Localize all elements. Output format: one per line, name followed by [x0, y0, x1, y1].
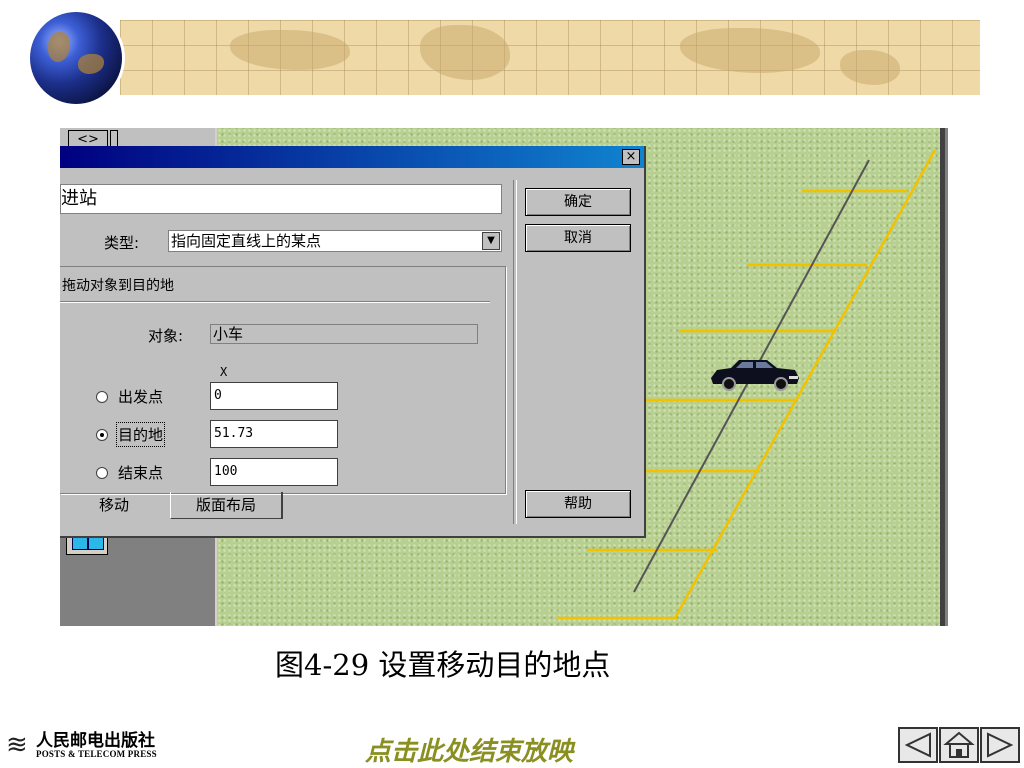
next-icon[interactable]: [980, 727, 1020, 763]
x-column-header: X: [220, 365, 228, 379]
publisher-mark-icon: ≋: [6, 730, 28, 760]
object-field: 小车: [210, 324, 478, 344]
dialog-titlebar[interactable]: ×: [60, 146, 644, 168]
close-icon[interactable]: ×: [622, 149, 640, 165]
end-point-label[interactable]: 结束点: [118, 462, 163, 483]
map-landmass: [680, 28, 820, 73]
object-label: 对象:: [148, 327, 184, 345]
start-point-radio[interactable]: [96, 391, 108, 403]
name-input[interactable]: 进站: [60, 184, 502, 214]
left-panel: [60, 523, 212, 626]
application-screenshot: <> × 进站 类型: 指向固定直线上的某点 ▼ 确定 取消 帮助 拖动对象到目…: [60, 128, 948, 626]
tab-move[interactable]: 移动: [60, 492, 168, 518]
start-point-x-field[interactable]: 0: [210, 382, 338, 410]
prev-icon[interactable]: [898, 727, 938, 763]
figure-caption: 图4-29 设置移动目的地点: [275, 648, 611, 682]
group-title: 拖动对象到目的地: [62, 278, 174, 294]
end-point-radio[interactable]: [96, 467, 108, 479]
map-landmass: [420, 25, 510, 80]
header-banner: [0, 0, 1024, 125]
home-icon[interactable]: [939, 727, 979, 763]
destination-x-field[interactable]: 51.73: [210, 420, 338, 448]
type-select[interactable]: 指向固定直线上的某点 ▼: [168, 230, 502, 252]
globe-icon: [30, 12, 122, 104]
map-landmass: [230, 30, 350, 70]
destination-dialog: × 进站 类型: 指向固定直线上的某点 ▼ 确定 取消 帮助 拖动对象到目的地 …: [60, 146, 646, 538]
dropdown-arrow-icon[interactable]: ▼: [482, 232, 500, 250]
start-point-label[interactable]: 出发点: [118, 386, 163, 407]
publisher-logo: ≋ 人民邮电出版社 POSTS & TELECOM PRESS: [6, 722, 196, 766]
car-icon: [711, 360, 799, 391]
map-landmass: [840, 50, 900, 85]
help-button[interactable]: 帮助: [525, 490, 631, 518]
publisher-name: 人民邮电出版社: [36, 731, 155, 751]
group-separator: [60, 301, 490, 303]
cancel-button[interactable]: 取消: [525, 224, 631, 252]
destination-label[interactable]: 目的地: [115, 422, 166, 447]
type-label: 类型:: [104, 234, 140, 252]
type-select-value: 指向固定直线上的某点: [171, 232, 322, 250]
tab-layout[interactable]: 版面布局: [170, 492, 283, 519]
stage-edge: [940, 128, 945, 626]
ok-button[interactable]: 确定: [525, 188, 631, 216]
destination-radio[interactable]: [96, 429, 108, 441]
end-show-link[interactable]: 点击此处结束放映: [365, 731, 573, 768]
end-point-x-field[interactable]: 100: [210, 458, 338, 486]
publisher-name-en: POSTS & TELECOM PRESS: [36, 749, 157, 759]
world-map-strip: [120, 20, 980, 95]
drag-object-group: 拖动对象到目的地 对象: 小车 X 出发点 0 目的地 51.73 结束点 10…: [60, 266, 506, 494]
dialog-divider: [513, 180, 517, 524]
